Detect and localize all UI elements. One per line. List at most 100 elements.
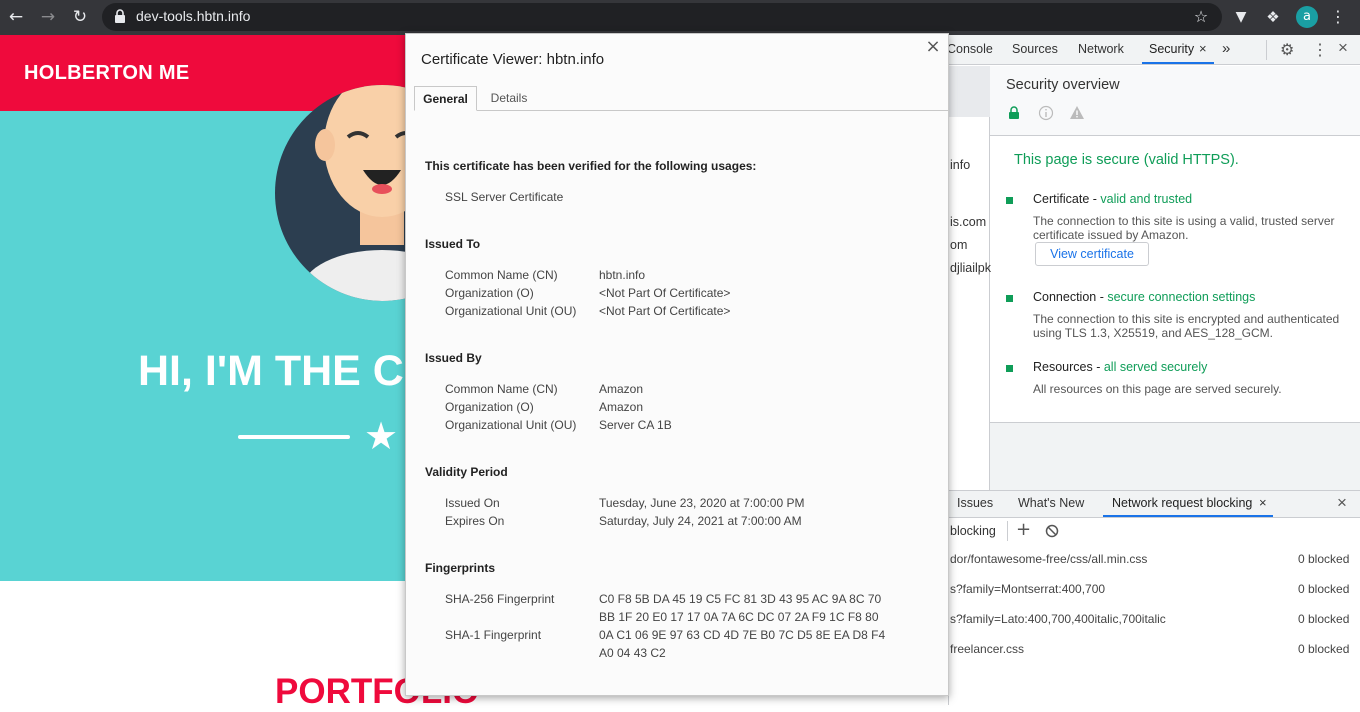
issued-by-heading: Issued By xyxy=(425,351,482,365)
hero-title: HI, I'M THE C xyxy=(138,347,404,395)
close-tab-icon[interactable]: × xyxy=(1199,41,1207,56)
tab-network[interactable]: Network xyxy=(1078,42,1124,56)
tab-security[interactable]: Security xyxy=(1149,42,1194,56)
field-label: Expires On xyxy=(445,514,505,528)
field-value: Amazon xyxy=(599,382,644,396)
connection-heading: Connection - secure connection settings xyxy=(1033,290,1255,304)
drawer-active-tab-indicator xyxy=(1103,515,1273,517)
url-text[interactable]: dev-tools.hbtn.info xyxy=(136,8,250,24)
blocked-count: 0 blocked xyxy=(1298,612,1350,626)
secure-lock-icon xyxy=(1009,106,1019,119)
blocked-pattern[interactable]: s?family=Lato:400,700,400italic,700itali… xyxy=(950,612,1166,626)
usage-item: SSL Server Certificate xyxy=(445,190,564,204)
field-label: Common Name (CN) xyxy=(445,268,558,282)
field-label: Common Name (CN) xyxy=(445,382,558,396)
add-pattern-icon[interactable]: + xyxy=(1016,519,1031,540)
close-drawer-tab-icon[interactable]: × xyxy=(1259,495,1267,510)
field-label: Organizational Unit (OU) xyxy=(445,304,577,318)
sidebar-origin-item[interactable]: info xyxy=(950,158,970,172)
usages-heading: This certificate has been verified for t… xyxy=(425,159,757,173)
bookmark-star-icon[interactable]: ☆ xyxy=(1190,6,1212,28)
security-origin-sidebar xyxy=(948,66,990,490)
validity-heading: Validity Period xyxy=(425,465,508,479)
security-panel-empty-area xyxy=(990,422,1360,490)
tab-details[interactable]: Details xyxy=(481,86,537,111)
more-tabs-icon[interactable]: » xyxy=(1222,40,1230,57)
hero-star-icon: ★ xyxy=(364,414,399,458)
tab-general[interactable]: General xyxy=(414,86,477,111)
back-arrow-icon[interactable]: ← xyxy=(5,6,27,28)
tab-console[interactable]: Console xyxy=(947,42,993,56)
connection-status: secure connection settings xyxy=(1107,290,1256,304)
issued-to-heading: Issued To xyxy=(425,237,481,251)
drawer-tab-network-request-blocking[interactable]: Network request blocking xyxy=(1112,496,1252,510)
sidebar-origin-item[interactable]: is.com xyxy=(950,215,986,229)
field-value: BB 1F 20 E0 17 17 0A 7A 6C DC 07 2A F9 1… xyxy=(599,610,879,624)
certificate-status-bullet xyxy=(1006,197,1013,204)
address-bar[interactable] xyxy=(102,3,1222,31)
sidebar-origin-item[interactable]: om xyxy=(950,238,967,252)
forward-arrow-icon[interactable]: → xyxy=(37,6,59,28)
resources-heading: Resources - all served securely xyxy=(1033,360,1207,374)
kebab-menu-icon[interactable]: ⋮ xyxy=(1327,6,1349,28)
devtools-menu-icon[interactable]: ⋮ xyxy=(1312,40,1328,60)
field-label: Organizational Unit (OU) xyxy=(445,418,577,432)
enable-blocking-label[interactable]: blocking xyxy=(950,524,996,538)
connection-description: The connection to this site is encrypted… xyxy=(1033,312,1340,340)
settings-gear-icon[interactable]: ⚙ xyxy=(1280,40,1294,60)
field-label: Organization (O) xyxy=(445,286,534,300)
field-value: <Not Part Of Certificate> xyxy=(599,304,731,318)
extension-icon[interactable]: ▼ xyxy=(1230,6,1252,28)
field-value: Amazon xyxy=(599,400,644,414)
resources-status-bullet xyxy=(1006,365,1013,372)
field-value: <Not Part Of Certificate> xyxy=(599,286,731,300)
drawer-toolbar-divider xyxy=(1007,521,1008,541)
resources-description: All resources on this page are served se… xyxy=(1033,382,1282,396)
certificate-status: valid and trusted xyxy=(1100,192,1193,206)
field-value: 0A C1 06 9E 97 63 CD 4D 7E B0 7C D5 8E E… xyxy=(599,628,886,642)
close-devtools-icon[interactable]: × xyxy=(1338,38,1348,58)
security-overview-title: Security overview xyxy=(1006,77,1120,93)
profile-avatar[interactable]: a xyxy=(1296,6,1318,28)
close-drawer-icon[interactable]: × xyxy=(1337,493,1347,513)
tab-sources[interactable]: Sources xyxy=(1012,42,1058,56)
certificate-label: Certificate - xyxy=(1033,192,1101,206)
info-icon xyxy=(1038,105,1054,121)
field-value: Server CA 1B xyxy=(599,418,672,432)
resources-status: all served securely xyxy=(1103,360,1208,374)
blocked-count: 0 blocked xyxy=(1298,582,1350,596)
sidebar-item-overview[interactable] xyxy=(948,66,990,117)
connection-label: Connection - xyxy=(1033,290,1108,304)
puzzle-icon[interactable]: ❖ xyxy=(1262,6,1284,28)
field-label: Organization (O) xyxy=(445,400,534,414)
fingerprints-heading: Fingerprints xyxy=(425,561,496,575)
site-brand[interactable]: HOLBERTON ME xyxy=(24,62,189,85)
field-label: SHA-256 Fingerprint xyxy=(445,592,555,606)
field-value: Saturday, July 24, 2021 at 7:00:00 AM xyxy=(599,514,802,528)
connection-status-bullet xyxy=(1006,295,1013,302)
lock-icon[interactable] xyxy=(113,8,127,24)
blocked-pattern[interactable]: dor/fontawesome-free/css/all.min.css xyxy=(950,552,1147,566)
blocked-pattern[interactable]: s?family=Montserrat:400,700 xyxy=(950,582,1105,596)
close-dialog-icon[interactable]: × xyxy=(925,38,941,56)
tabbar-divider xyxy=(1266,40,1267,60)
reload-icon[interactable]: ↻ xyxy=(69,6,91,28)
field-value: hbtn.info xyxy=(599,268,646,282)
blocked-pattern[interactable]: freelancer.css xyxy=(950,642,1024,656)
sidebar-origin-item[interactable]: djliailpk xyxy=(950,261,991,275)
certificate-viewer-title: Certificate Viewer: hbtn.info xyxy=(421,51,605,68)
certificate-heading: Certificate - valid and trusted xyxy=(1033,192,1192,206)
drawer-tab-whats-new[interactable]: What's New xyxy=(1018,496,1084,510)
field-value: Tuesday, June 23, 2020 at 7:00:00 PM xyxy=(599,496,805,510)
view-certificate-button[interactable]: View certificate xyxy=(1035,242,1149,266)
field-value: C0 F8 5B DA 45 19 C5 FC 81 3D 43 95 AC 9… xyxy=(599,592,882,606)
field-label: Issued On xyxy=(445,496,500,510)
field-value: A0 04 43 C2 xyxy=(599,646,666,660)
certificate-description: The connection to this site is using a v… xyxy=(1033,214,1335,242)
hero-divider-line xyxy=(238,435,350,439)
field-label: SHA-1 Fingerprint xyxy=(445,628,542,642)
drawer-tab-issues[interactable]: Issues xyxy=(957,496,993,510)
remove-all-patterns-icon[interactable] xyxy=(1045,524,1059,538)
blocked-count: 0 blocked xyxy=(1298,642,1350,656)
resources-label: Resources - xyxy=(1033,360,1104,374)
